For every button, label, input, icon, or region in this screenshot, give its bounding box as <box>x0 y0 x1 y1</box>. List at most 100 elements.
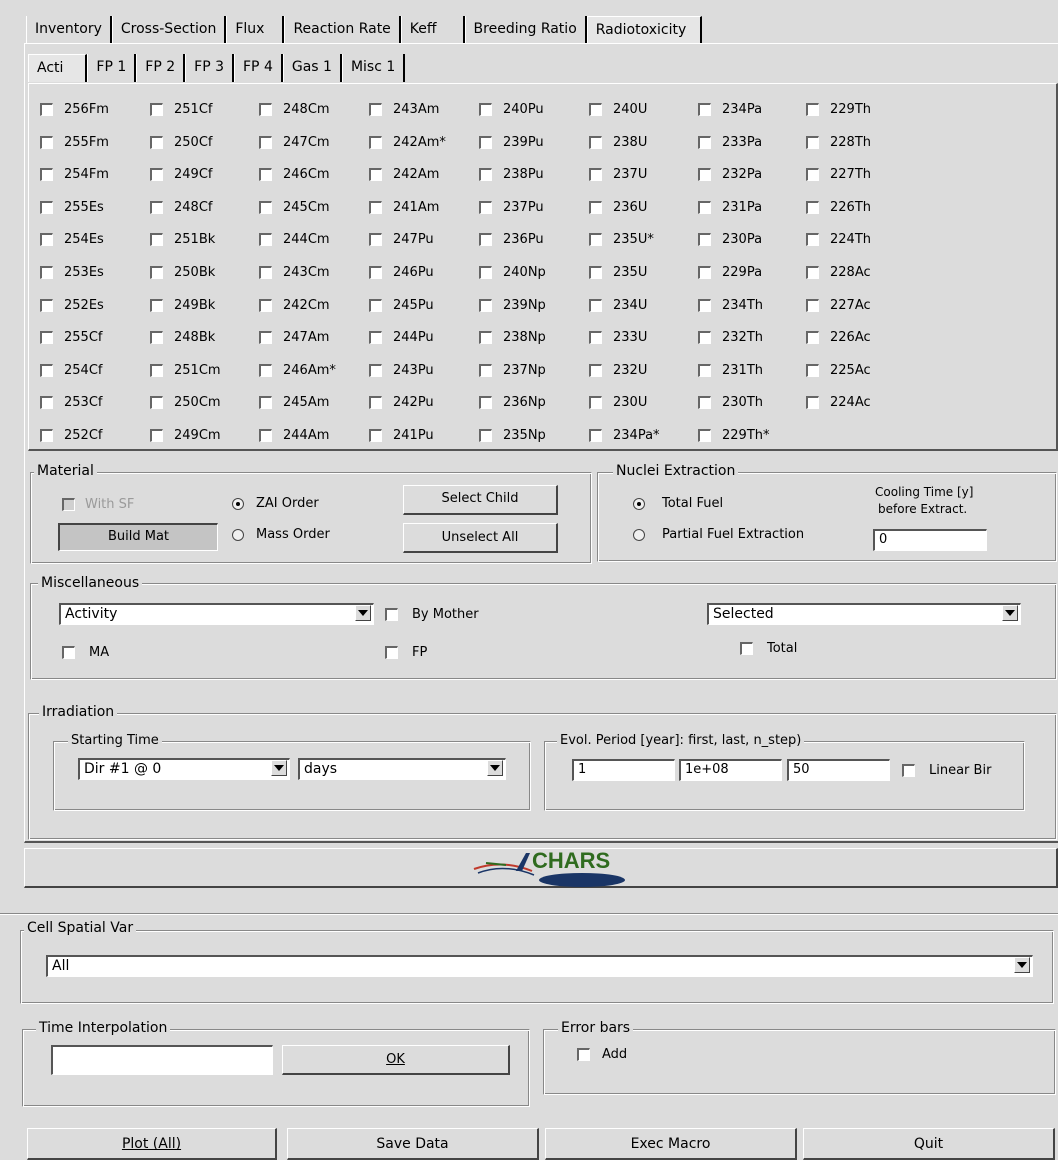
nuclide-checkbox-box[interactable] <box>150 233 163 246</box>
nuclide-checkbox[interactable]: 228Th <box>806 135 871 150</box>
nuclide-checkbox[interactable]: 241Pu <box>369 428 434 443</box>
chevron-down-icon[interactable] <box>271 760 287 776</box>
nuclide-checkbox-box[interactable] <box>150 168 163 181</box>
nuclide-checkbox[interactable]: 241Am <box>369 200 439 215</box>
tab-acti[interactable]: Acti <box>28 54 88 82</box>
nuclide-checkbox[interactable]: 247Pu <box>369 232 434 247</box>
tab-inventory[interactable]: Inventory <box>26 16 112 44</box>
tab-gas1[interactable]: Gas 1 <box>282 54 342 82</box>
nuclide-checkbox-box[interactable] <box>40 103 53 116</box>
nuclide-checkbox-box[interactable] <box>698 168 711 181</box>
nuclide-checkbox-box[interactable] <box>369 331 382 344</box>
build-mat-button[interactable]: Build Mat <box>58 523 218 551</box>
nuclide-checkbox-box[interactable] <box>369 233 382 246</box>
nuclide-checkbox-box[interactable] <box>40 136 53 149</box>
nuclide-checkbox[interactable]: 250Cm <box>150 395 221 410</box>
nuclide-checkbox[interactable]: 245Pu <box>369 298 434 313</box>
nuclide-checkbox-box[interactable] <box>369 168 382 181</box>
chevron-down-icon[interactable] <box>1002 605 1018 621</box>
nuclide-checkbox[interactable]: 237Pu <box>479 200 544 215</box>
nuclide-checkbox-box[interactable] <box>259 136 272 149</box>
nuclide-checkbox-box[interactable] <box>259 331 272 344</box>
selection-select-value[interactable]: Selected <box>707 603 1021 625</box>
mass-order-radio[interactable]: Mass Order <box>232 527 330 542</box>
nuclide-checkbox[interactable]: 252Es <box>40 298 104 313</box>
nuclide-checkbox-box[interactable] <box>369 103 382 116</box>
nuclide-checkbox[interactable]: 228Ac <box>806 265 871 280</box>
ok-button[interactable]: OK <box>282 1045 510 1075</box>
nuclide-checkbox-box[interactable] <box>589 266 602 279</box>
nuclide-checkbox[interactable]: 244Pu <box>369 330 434 345</box>
nuclide-checkbox[interactable]: 243Cm <box>259 265 330 280</box>
nuclide-checkbox[interactable]: 236Pu <box>479 232 544 247</box>
nuclide-checkbox[interactable]: 227Th <box>806 167 871 182</box>
nuclide-checkbox-box[interactable] <box>150 429 163 442</box>
nuclide-checkbox-box[interactable] <box>369 299 382 312</box>
nuclide-checkbox-box[interactable] <box>150 103 163 116</box>
nuclide-checkbox-box[interactable] <box>150 331 163 344</box>
nuclide-checkbox-box[interactable] <box>259 364 272 377</box>
nuclide-checkbox-box[interactable] <box>40 233 53 246</box>
nuclide-checkbox-box[interactable] <box>369 364 382 377</box>
nuclide-checkbox-box[interactable] <box>806 168 819 181</box>
nuclide-checkbox-box[interactable] <box>479 136 492 149</box>
nuclide-checkbox[interactable]: 251Cf <box>150 102 212 117</box>
nuclide-checkbox-box[interactable] <box>369 429 382 442</box>
nuclide-checkbox[interactable]: 236Np <box>479 395 546 410</box>
nuclide-checkbox-box[interactable] <box>40 396 53 409</box>
zai-order-radio[interactable]: ZAI Order <box>232 496 319 511</box>
nuclide-checkbox-box[interactable] <box>589 103 602 116</box>
nuclide-checkbox-box[interactable] <box>698 201 711 214</box>
nuclide-checkbox-box[interactable] <box>479 429 492 442</box>
quit-button[interactable]: Quit <box>803 1128 1055 1160</box>
nuclide-checkbox-box[interactable] <box>479 396 492 409</box>
nuclide-checkbox[interactable]: 234U <box>589 298 647 313</box>
nuclide-checkbox[interactable]: 235U <box>589 265 647 280</box>
nuclide-checkbox-box[interactable] <box>806 364 819 377</box>
with-sf-box[interactable] <box>62 498 75 511</box>
nuclide-checkbox[interactable]: 231Th <box>698 363 763 378</box>
tab-fp4[interactable]: FP 4 <box>234 54 283 82</box>
nuclide-checkbox-box[interactable] <box>589 299 602 312</box>
mass-order-radio-dot[interactable] <box>232 528 244 541</box>
nuclide-checkbox-box[interactable] <box>479 201 492 214</box>
tab-fp3[interactable]: FP 3 <box>185 54 234 82</box>
nuclide-checkbox[interactable]: 234Pa* <box>589 428 660 443</box>
nuclide-checkbox[interactable]: 229Th* <box>698 428 770 443</box>
nuclide-checkbox[interactable]: 237U <box>589 167 647 182</box>
nuclide-checkbox[interactable]: 242Pu <box>369 395 434 410</box>
nuclide-checkbox[interactable]: 245Am <box>259 395 329 410</box>
nuclide-checkbox[interactable]: 238Pu <box>479 167 544 182</box>
ma-box[interactable] <box>62 646 75 659</box>
nuclide-checkbox[interactable]: 229Th <box>806 102 871 117</box>
nuclide-checkbox-box[interactable] <box>150 136 163 149</box>
time-unit-select-value[interactable]: days <box>298 758 506 780</box>
selection-select[interactable]: Selected <box>707 603 1021 625</box>
nuclide-checkbox[interactable]: 242Am <box>369 167 439 182</box>
nuclide-checkbox[interactable]: 254Fm <box>40 167 109 182</box>
nuclide-checkbox-box[interactable] <box>589 201 602 214</box>
fp-checkbox[interactable]: FP <box>385 645 427 660</box>
tab-radiotoxicity[interactable]: Radiotoxicity <box>586 16 703 44</box>
cooling-time-input[interactable]: 0 <box>873 529 987 551</box>
nuclide-checkbox[interactable]: 256Fm <box>40 102 109 117</box>
nuclide-checkbox-box[interactable] <box>259 299 272 312</box>
nuclide-checkbox-box[interactable] <box>479 233 492 246</box>
nuclide-checkbox[interactable]: 248Bk <box>150 330 215 345</box>
nuclide-checkbox-box[interactable] <box>806 233 819 246</box>
cell-spatial-select[interactable]: All <box>46 955 1033 977</box>
nuclide-checkbox-box[interactable] <box>150 201 163 214</box>
nuclide-checkbox-box[interactable] <box>479 331 492 344</box>
nuclide-checkbox-box[interactable] <box>806 266 819 279</box>
chevron-down-icon[interactable] <box>1014 957 1030 973</box>
nuclide-checkbox-box[interactable] <box>369 136 382 149</box>
nuclide-checkbox-box[interactable] <box>479 364 492 377</box>
add-error-bars-box[interactable] <box>577 1048 590 1061</box>
tab-keff[interactable]: Keff <box>400 16 465 44</box>
nuclide-checkbox[interactable]: 254Es <box>40 232 104 247</box>
nuclide-checkbox-box[interactable] <box>806 331 819 344</box>
nuclide-checkbox[interactable]: 235Np <box>479 428 546 443</box>
nuclide-checkbox[interactable]: 247Cm <box>259 135 330 150</box>
nuclide-checkbox[interactable]: 242Am* <box>369 135 446 150</box>
nuclide-checkbox[interactable]: 249Cm <box>150 428 221 443</box>
